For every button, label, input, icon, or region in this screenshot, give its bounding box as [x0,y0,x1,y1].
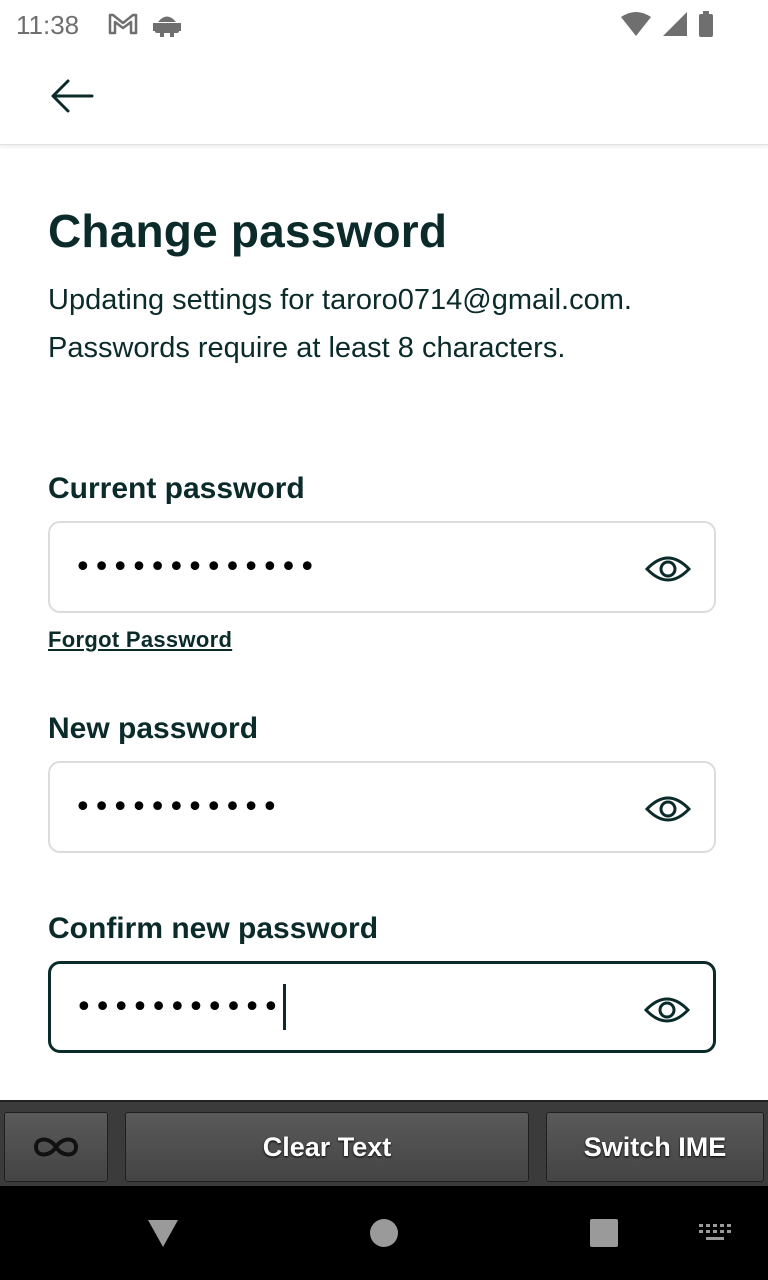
keyboard-icon [699,1224,731,1240]
new-password-label: New password [48,712,259,745]
wifi-icon [621,12,651,36]
page-description: Updating settings for taroro0714@gmail.c… [48,284,632,364]
confirm-password-field[interactable]: ••••••••••• [48,961,716,1053]
nav-home-button[interactable] [358,1208,410,1258]
home-circle-icon [370,1219,398,1247]
current-password-visibility-toggle[interactable] [644,545,692,593]
recents-square-icon [590,1219,618,1247]
current-password-value: ••••••••••••• [74,549,318,585]
confirm-password-label: Confirm new password [48,912,379,945]
status-bar: 11:38 [0,0,768,48]
eye-icon [645,796,691,822]
new-password-visibility-toggle[interactable] [644,785,692,833]
system-nav-bar [0,1186,768,1280]
ime-infinity-button[interactable] [4,1112,108,1182]
new-password-value: ••••••••••• [74,789,280,825]
nav-recents-button[interactable] [578,1208,630,1258]
switch-ime-button[interactable]: Switch IME [546,1112,764,1182]
back-triangle-icon [148,1220,178,1247]
ime-toolbar: Clear Text Switch IME [0,1100,768,1188]
nav-keyboard-button[interactable] [690,1213,740,1253]
eye-icon [645,556,691,582]
status-notification-icons [108,10,182,38]
confirm-password-input-area: ••••••••••• [75,964,286,1050]
back-button[interactable] [44,72,100,120]
page-title: Change password [48,205,448,257]
status-system-icons [620,10,714,38]
app-bar [0,48,768,145]
arrow-left-icon [51,79,94,113]
text-cursor [282,984,286,1030]
forgot-password-link[interactable]: Forgot Password [48,627,232,653]
android-icon [153,16,181,37]
status-time: 11:38 [16,10,80,40]
signal-icon [663,12,687,36]
current-password-field[interactable]: ••••••••••••• [48,521,716,613]
gmail-icon [108,13,138,35]
nav-back-button[interactable] [138,1208,188,1258]
confirm-password-visibility-toggle[interactable] [643,986,691,1034]
infinity-icon [33,1137,79,1157]
clear-text-button[interactable]: Clear Text [125,1112,529,1182]
current-password-label: Current password [48,472,305,505]
eye-icon [644,997,690,1023]
change-password-form: Change password Updating settings for ta… [0,146,768,1100]
confirm-password-value: ••••••••••• [75,989,281,1025]
new-password-field[interactable]: ••••••••••• [48,761,716,853]
battery-icon [699,11,713,37]
